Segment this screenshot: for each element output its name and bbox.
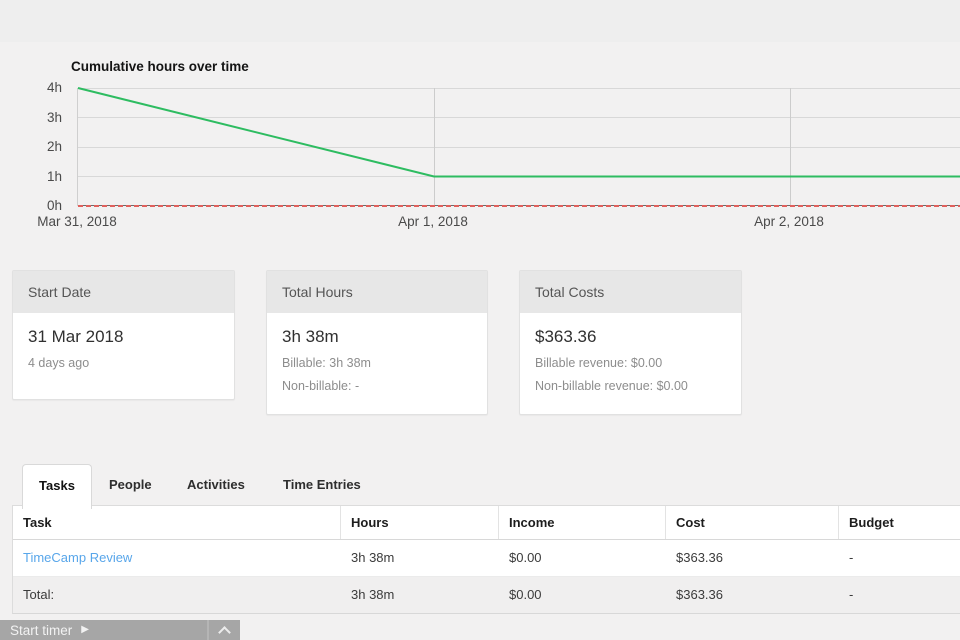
tasks-table: Task Hours Income Cost Budget TimeCamp R… (12, 505, 960, 614)
cell-budget: - (849, 550, 854, 565)
y-tick-label: 3h (46, 110, 62, 125)
column-header-hours[interactable]: Hours (341, 506, 499, 539)
y-tick-label: 2h (46, 139, 62, 154)
x-tick-label: Mar 31, 2018 (37, 214, 117, 229)
tab-tasks[interactable]: Tasks (22, 464, 92, 509)
card-subtext: Non-billable revenue: $0.00 (535, 379, 688, 393)
table-total-row: Total: 3h 38m $0.00 $363.36 - (13, 577, 960, 613)
total-label: Total: (23, 587, 55, 602)
card-start-date: Start Date 31 Mar 2018 4 days ago (12, 270, 235, 400)
total-hours: 3h 38m (351, 587, 395, 602)
table-row: TimeCamp Review 3h 38m $0.00 $363.36 - (13, 540, 960, 577)
dashboard-page: { "chart_data": { "type": "line", "title… (0, 0, 960, 640)
y-tick-label: 1h (46, 169, 62, 184)
cell-income: $0.00 (509, 550, 542, 565)
play-icon[interactable]: ▶ (81, 620, 89, 640)
total-budget: - (849, 587, 854, 602)
card-title: Start Date (13, 271, 234, 313)
timer-bar: Start timer ▶ (0, 620, 240, 640)
top-band (0, 0, 960, 42)
card-title: Total Hours (267, 271, 487, 313)
column-header-budget[interactable]: Budget (839, 506, 960, 539)
start-timer-button[interactable]: Start timer (0, 623, 72, 638)
chart-title: Cumulative hours over time (71, 59, 249, 74)
column-header-cost[interactable]: Cost (666, 506, 839, 539)
column-header-income[interactable]: Income (499, 506, 666, 539)
cell-cost: $363.36 (676, 550, 723, 565)
card-subtext: Billable: 3h 38m (282, 356, 371, 370)
x-tick-label: Apr 2, 2018 (754, 214, 824, 229)
y-tick-label: 4h (46, 80, 62, 95)
card-value: 3h 38m (282, 327, 339, 346)
cumulative-hours-chart (77, 87, 960, 207)
card-value: 31 Mar 2018 (28, 327, 124, 346)
chart-line-series (77, 87, 960, 207)
tab-activities[interactable]: Activities (187, 464, 245, 506)
timer-bar-collapse-button[interactable] (209, 620, 240, 640)
tab-people[interactable]: People (109, 464, 152, 506)
task-link[interactable]: TimeCamp Review (23, 550, 132, 565)
cell-hours: 3h 38m (351, 550, 395, 565)
x-tick-label: Apr 1, 2018 (398, 214, 468, 229)
total-income: $0.00 (509, 587, 542, 602)
card-title: Total Costs (520, 271, 741, 313)
card-subtext: Billable revenue: $0.00 (535, 356, 663, 370)
total-cost: $363.36 (676, 587, 723, 602)
chevron-up-icon (218, 626, 231, 639)
card-total-costs: Total Costs $363.36 Billable revenue: $0… (519, 270, 742, 415)
table-header-row: Task Hours Income Cost Budget (13, 506, 960, 540)
column-header-task[interactable]: Task (13, 506, 341, 539)
tab-time-entries[interactable]: Time Entries (283, 464, 361, 506)
card-subtext: Non-billable: - (282, 379, 360, 393)
y-tick-label: 0h (46, 198, 62, 213)
card-value: $363.36 (535, 327, 597, 346)
card-subtext: 4 days ago (28, 356, 90, 370)
card-total-hours: Total Hours 3h 38m Billable: 3h 38m Non-… (266, 270, 488, 415)
